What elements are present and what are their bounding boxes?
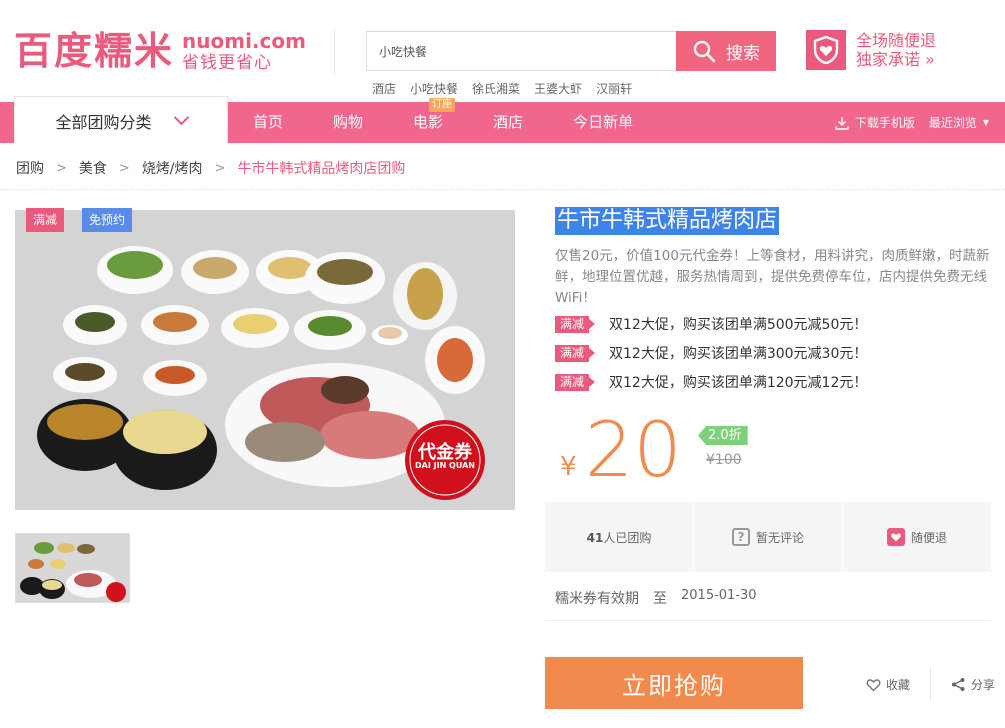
recent-views-label: 最近浏览 bbox=[928, 116, 977, 130]
sold-count-suffix: 人已团购 bbox=[603, 530, 652, 545]
no-reservation-tag: 免预约 bbox=[82, 208, 133, 232]
nav-links: 首页 购物 电影 订座 酒店 今日新单 bbox=[228, 98, 658, 143]
logo-english: nuomi.com bbox=[182, 28, 306, 53]
breadcrumb: 团购 > 美食 > 烧烤/烤肉 > 牛市牛韩式精品烤肉店团购 bbox=[16, 158, 405, 178]
favorite-button[interactable]: 收藏 bbox=[866, 676, 910, 693]
promise-line2: 独家承诺 » bbox=[856, 50, 935, 69]
nav-movie-label: 电影 bbox=[413, 113, 444, 131]
nav-new-deals-label: 今日新单 bbox=[573, 113, 634, 131]
share-icon bbox=[952, 678, 965, 691]
sold-count: 41 bbox=[586, 530, 604, 545]
logo-slogan: 省钱更省心 bbox=[182, 52, 273, 73]
nav-movie[interactable]: 电影 订座 bbox=[388, 98, 468, 143]
search-box bbox=[366, 31, 676, 71]
breadcrumb-divider bbox=[0, 189, 1005, 190]
action-divider bbox=[930, 668, 931, 700]
logo-chinese: 百度糯米 bbox=[14, 29, 175, 73]
breadcrumb-item[interactable]: 美食 bbox=[79, 158, 107, 178]
nav-shopping[interactable]: 购物 bbox=[308, 102, 388, 143]
search-input[interactable] bbox=[367, 32, 676, 70]
share-button[interactable]: 分享 bbox=[951, 676, 995, 693]
breadcrumb-separator-icon: > bbox=[118, 160, 130, 176]
refund-stat[interactable]: 随便退 bbox=[843, 502, 991, 572]
chevron-down-icon bbox=[173, 109, 189, 126]
breadcrumb-item[interactable]: 烧烤/烤肉 bbox=[142, 158, 203, 178]
validity-date: 2015-01-30 bbox=[681, 588, 757, 603]
download-icon bbox=[835, 116, 849, 130]
logo[interactable]: 百度糯米 nuomi.com 省钱更省心 bbox=[14, 28, 306, 74]
hot-search-words: 酒店 小吃快餐 徐氏湘菜 王婆大虾 汉丽轩 bbox=[372, 80, 632, 97]
breadcrumb-current: 牛市牛韩式精品烤肉店团购 bbox=[237, 161, 406, 177]
breadcrumb-separator-icon: > bbox=[214, 160, 226, 176]
promotion-row: 满减 双12大促，购买该团单满120元减12元！ bbox=[555, 372, 867, 392]
deal-description: 仅售20元，价值100元代金券！上等食材，用料讲究，肉质鲜嫩，时蔬新鲜，地理位置… bbox=[555, 248, 990, 306]
nav-new-deals[interactable]: 今日新单 bbox=[548, 102, 658, 143]
deal-title: 牛市牛韩式精品烤肉店 bbox=[555, 207, 780, 235]
search-button[interactable]: 搜索 bbox=[676, 31, 776, 71]
breadcrumb-item[interactable]: 团购 bbox=[16, 158, 44, 178]
caret-down-icon: ▼ bbox=[982, 118, 989, 127]
promotion-tag: 满减 bbox=[555, 315, 596, 333]
shield-heart-icon bbox=[886, 528, 905, 546]
promotion-text: 双12大促，购买该团单满500元减50元！ bbox=[609, 317, 868, 333]
promotion-text: 双12大促，购买该团单满120元减12元！ bbox=[609, 375, 868, 391]
validity-divider bbox=[545, 620, 991, 621]
promise-line1: 全场随便退 bbox=[856, 31, 937, 50]
buy-now-button[interactable]: 立即抢购 bbox=[545, 657, 803, 709]
recent-views-dropdown[interactable]: 最近浏览 ▼ bbox=[929, 114, 989, 131]
promotion-tag: 满减 bbox=[555, 373, 596, 391]
promotion-text: 双12大促，购买该团单满300元减30元！ bbox=[609, 346, 868, 362]
nav-home[interactable]: 首页 bbox=[228, 102, 308, 143]
validity-to: 至 bbox=[653, 591, 667, 607]
discount-badge: 2.0折 bbox=[698, 426, 748, 445]
reviews-label: 暂无评论 bbox=[755, 530, 804, 545]
header-divider bbox=[334, 30, 335, 74]
nav-hotel-label: 酒店 bbox=[493, 113, 524, 131]
sold-count-stat: 41人已团购 bbox=[545, 502, 694, 572]
share-label: 分享 bbox=[971, 678, 996, 692]
favorite-label: 收藏 bbox=[886, 678, 911, 692]
hot-word[interactable]: 徐氏湘菜 bbox=[472, 80, 520, 97]
reviews-stat[interactable]: ? 暂无评论 bbox=[694, 502, 843, 572]
hot-word[interactable]: 酒店 bbox=[372, 80, 396, 97]
refund-label: 随便退 bbox=[910, 530, 947, 545]
question-icon: ? bbox=[731, 528, 750, 546]
heart-outline-icon bbox=[866, 678, 881, 691]
breadcrumb-separator-icon: > bbox=[56, 160, 67, 176]
validity-label: 糯米券有效期 bbox=[555, 591, 639, 607]
deal-stats: 41人已团购 ? 暂无评论 随便退 bbox=[545, 502, 991, 572]
hot-word[interactable]: 汉丽轩 bbox=[596, 80, 632, 97]
nav-hotel[interactable]: 酒店 bbox=[468, 102, 548, 143]
search-button-label: 搜索 bbox=[726, 43, 760, 64]
movie-seat-tag: 订座 bbox=[429, 98, 456, 112]
image-thumbnail[interactable] bbox=[15, 533, 130, 603]
deal-main-image: 代金券 DAI JIN QUAN bbox=[15, 210, 515, 510]
hot-word[interactable]: 小吃快餐 bbox=[410, 80, 458, 97]
deal-price: 20 bbox=[585, 405, 682, 494]
hot-word[interactable]: 王婆大虾 bbox=[534, 80, 582, 97]
all-categories-button[interactable]: 全部团购分类 bbox=[14, 96, 228, 144]
price-currency: ¥ bbox=[560, 452, 577, 482]
promotion-row: 满减 双12大促，购买该团单满500元减50元！ bbox=[555, 314, 867, 334]
all-categories-label: 全部团购分类 bbox=[55, 112, 152, 132]
refund-promise[interactable]: 全场随便退 独家承诺 » bbox=[806, 30, 936, 70]
nav-home-label: 首页 bbox=[253, 113, 284, 131]
promotion-row: 满减 双12大促，购买该团单满300元减30元！ bbox=[555, 343, 867, 363]
download-app-label: 下载手机版 bbox=[854, 116, 915, 130]
full-reduction-tag: 满减 bbox=[26, 208, 65, 232]
nav-shopping-label: 购物 bbox=[333, 113, 364, 131]
promotion-tag: 满减 bbox=[555, 344, 596, 362]
download-app-link[interactable]: 下载手机版 bbox=[835, 114, 915, 131]
search-icon bbox=[693, 40, 716, 63]
shield-heart-icon bbox=[806, 30, 846, 70]
validity-info: 糯米券有效期 至 2015-01-30 bbox=[555, 588, 757, 608]
coupon-seal-subtext: DAI JIN QUAN bbox=[415, 461, 475, 470]
nav-right: 下载手机版 最近浏览 ▼ bbox=[835, 102, 989, 143]
original-price: ¥100 bbox=[706, 452, 742, 468]
